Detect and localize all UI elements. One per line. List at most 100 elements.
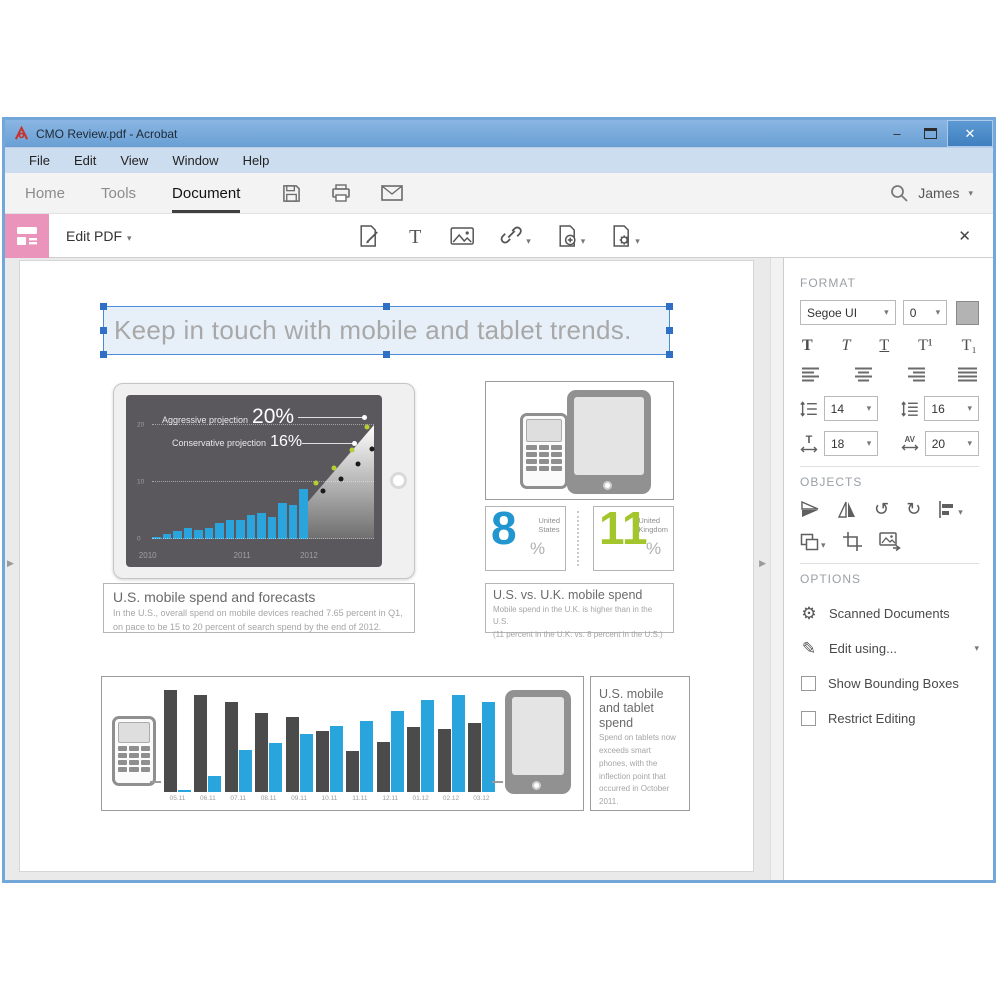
tab-document[interactable]: Document [172,173,240,213]
menu-item-edit[interactable]: Edit [62,153,108,168]
tablets-bar-11.11 [360,721,373,792]
tab-home[interactable]: Home [25,173,65,213]
edit-pdf-label[interactable]: Edit PDF▾ [66,228,132,244]
toolbar: Home Tools Document James ▾ [5,173,993,214]
horizontal-scale-select[interactable]: 18▾ [824,431,878,456]
align-justify-icon[interactable] [958,367,977,382]
chevron-down-icon: ▾ [867,403,872,414]
smart-phones-bar-10.11 [316,731,329,792]
tab-tools[interactable]: Tools [101,173,136,213]
chevron-down-icon[interactable]: ▾ [526,236,531,247]
card-title: U.S. mobile and tablet spend [599,687,681,730]
menu-item-help[interactable]: Help [231,153,282,168]
line-spacing-icon[interactable] [800,400,818,418]
card-body-line: on pace to be 15 to 20 percent of search… [113,621,405,635]
card-body-line: Mobile spend in the U.K. is higher than … [493,604,666,629]
chevron-down-icon[interactable]: ▾ [968,188,973,199]
flip-vertical-icon[interactable] [800,501,820,518]
page-setup-icon[interactable] [611,225,633,247]
font-family-select[interactable]: Segoe UI▾ [800,300,896,325]
menu-item-view[interactable]: View [108,153,160,168]
selected-text-box[interactable]: Keep in touch with mobile and tablet tre… [103,306,670,355]
window-title: CMO Review.pdf - Acrobat [36,127,177,141]
edit-using-option[interactable]: ✎ Edit using... ▾ [800,631,979,666]
rotate-cw-icon[interactable]: ↻ [906,499,921,520]
selection-handle[interactable] [383,303,390,310]
chevron-down-icon[interactable]: ▾ [635,236,640,247]
bar-pair-12.11: 12.11 [377,687,404,802]
right-panel-expander[interactable]: ▶ [759,558,766,569]
maximize-button[interactable] [924,128,937,139]
print-icon[interactable] [331,184,351,203]
search-icon[interactable] [889,183,909,203]
link-icon[interactable] [500,225,524,247]
chevron-down-icon[interactable]: ▾ [127,233,132,243]
edit-pdf-tool-icon[interactable] [5,214,49,258]
dotted-divider [577,511,579,566]
replace-image-icon[interactable] [879,532,901,551]
menu-item-file[interactable]: File [17,153,62,168]
title-bar: CMO Review.pdf - Acrobat – ✕ [5,120,993,147]
chevron-down-icon[interactable]: ▾ [581,236,586,247]
font-color-swatch[interactable] [956,301,979,325]
italic-button[interactable]: T [842,337,851,355]
conservative-dot-2 [356,461,361,466]
restrict-editing-option[interactable]: Restrict Editing [800,701,979,736]
chart-bar-9 [247,515,256,539]
minimize-button[interactable]: – [880,120,914,147]
show-bounding-boxes-checkbox[interactable] [801,676,816,691]
arrange-icon[interactable] [800,533,819,551]
menu-item-window[interactable]: Window [160,153,230,168]
selection-handle[interactable] [666,351,673,358]
chart-bar-8 [236,520,245,539]
chevron-down-icon: ▾ [821,540,826,551]
horizontal-scale-icon[interactable]: T [800,435,818,453]
close-window-button[interactable]: ✕ [947,120,993,147]
font-size-select[interactable]: 0▾ [903,300,947,325]
save-icon[interactable] [282,184,301,203]
selection-handle[interactable] [383,351,390,358]
add-text-icon[interactable]: T [406,226,424,246]
crop-icon[interactable] [843,532,862,551]
align-right-icon[interactable] [906,367,925,382]
character-spacing-select[interactable]: 20▾ [925,431,979,456]
flip-horizontal-icon[interactable] [837,501,857,518]
selection-handle[interactable] [100,303,107,310]
rotate-ccw-icon[interactable]: ↺ [874,499,889,520]
uk-stat-box: 11 % UnitedKingdom [593,506,674,571]
restrict-editing-checkbox[interactable] [801,711,816,726]
bar-pair-08.11: 08.11 [255,687,282,802]
selection-handle[interactable] [100,327,107,334]
tablet-graphic [567,390,651,494]
stat-label: UnitedKingdom [638,516,668,535]
card-title: U.S. vs. U.K. mobile spend [493,588,666,602]
paragraph-spacing-select[interactable]: 16▾ [924,396,979,421]
email-icon[interactable] [381,185,403,201]
edit-text-icon[interactable] [358,225,380,247]
add-image-icon[interactable] [450,226,474,246]
align-center-icon[interactable] [854,367,873,382]
line-spacing-select[interactable]: 14▾ [824,396,879,421]
scanned-documents-option[interactable]: ⚙ Scanned Documents [800,596,979,631]
selection-handle[interactable] [666,327,673,334]
show-bounding-boxes-option[interactable]: Show Bounding Boxes [800,666,979,701]
chevron-down-icon: ▾ [967,403,972,414]
user-menu[interactable]: James [918,185,959,201]
bar-pairs: 05.1106.1107.1108.1109.1110.1111.1112.11… [164,687,495,802]
selection-handle[interactable] [100,351,107,358]
superscript-button[interactable]: T¹ [918,337,933,355]
paragraph-spacing-icon[interactable] [901,400,919,418]
selection-handle[interactable] [666,303,673,310]
underline-button[interactable]: T [879,337,889,355]
align-objects-icon[interactable] [938,501,956,518]
tablets-bar-10.11 [330,726,343,792]
bold-button[interactable]: T [802,337,813,355]
vertical-scrollbar[interactable] [770,258,783,880]
align-left-icon[interactable] [802,367,821,382]
subscript-button[interactable]: T₁ [962,337,977,355]
left-panel-expander[interactable]: ▶ [7,558,14,569]
character-spacing-icon[interactable]: AV [901,436,919,451]
x-label-09.11: 09.11 [291,795,307,802]
add-page-icon[interactable] [557,225,579,247]
close-tool-button[interactable]: ✕ [958,227,971,245]
